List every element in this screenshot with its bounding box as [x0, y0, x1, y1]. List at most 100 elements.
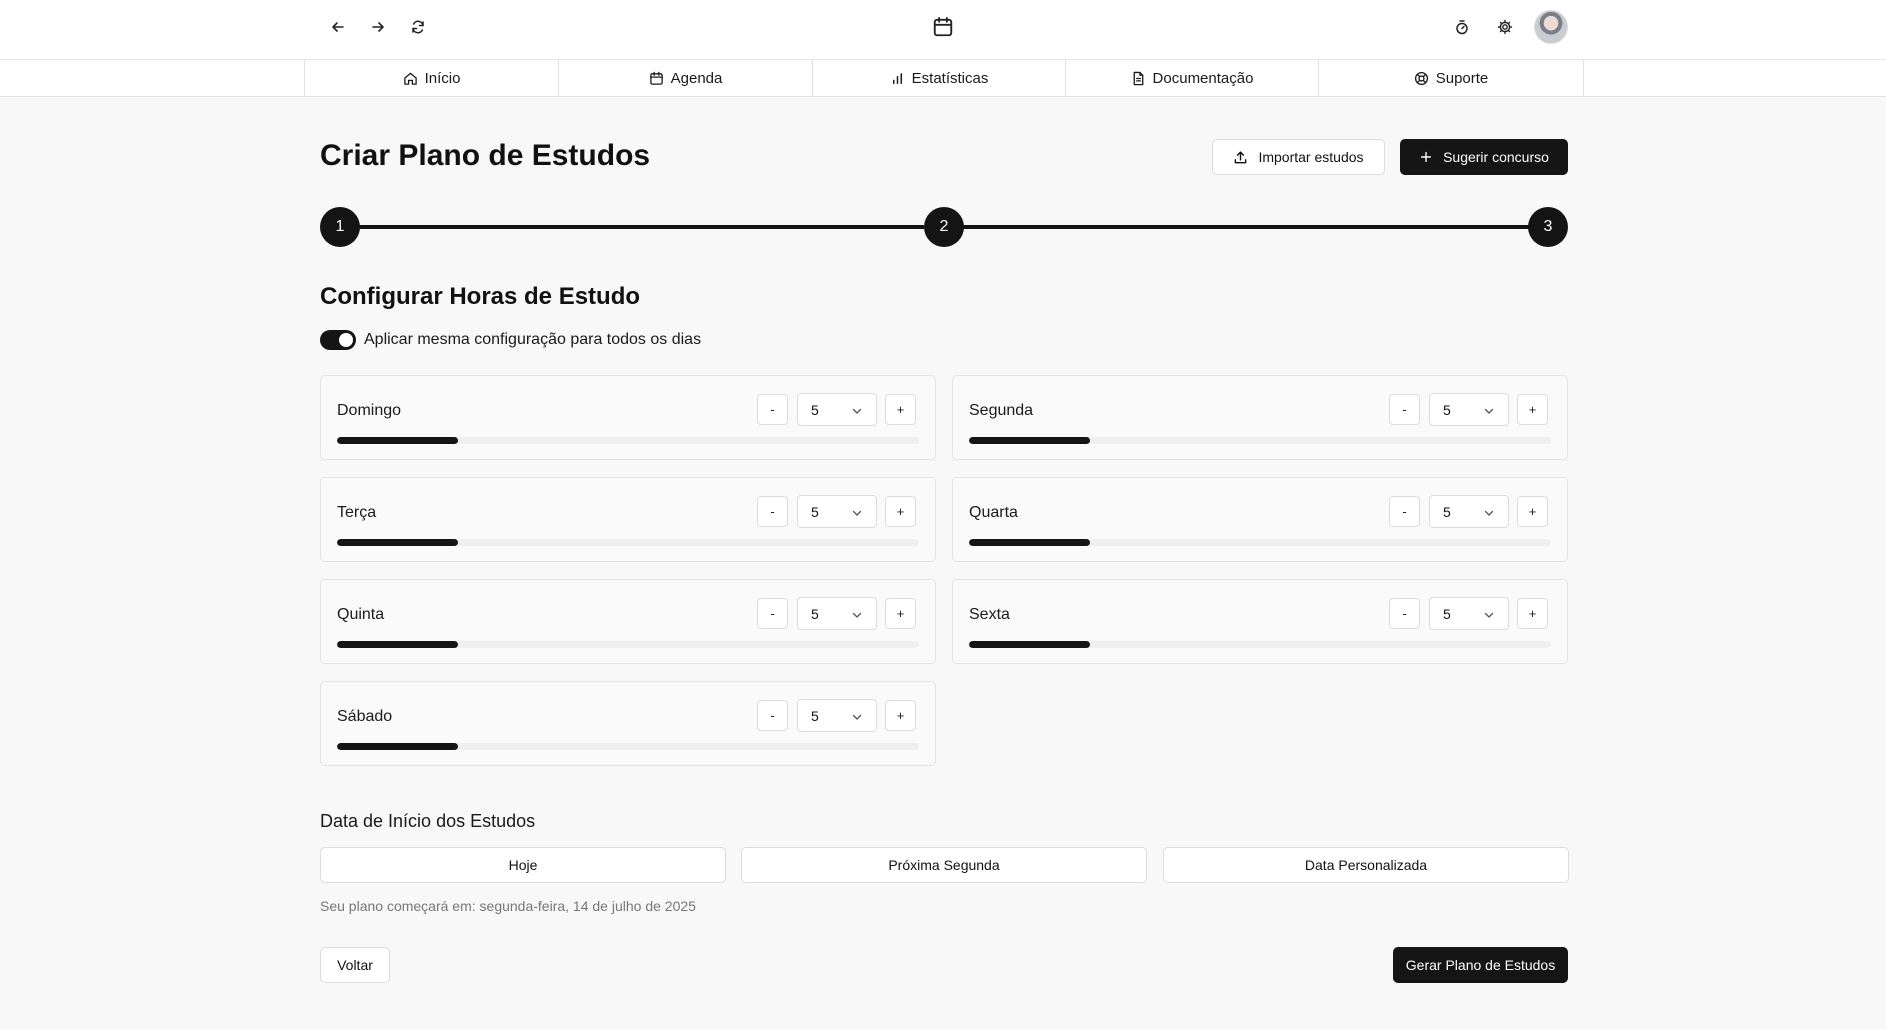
increase-hours-button[interactable]: +: [885, 496, 916, 527]
start-custom-date-button[interactable]: Data Personalizada: [1163, 847, 1569, 883]
upload-icon: [1235, 150, 1247, 163]
decrease-hours-button[interactable]: -: [757, 496, 788, 527]
tab-estatisticas[interactable]: Estatísticas: [812, 60, 1065, 97]
hours-select[interactable]: 5: [797, 597, 877, 630]
import-label: Importar estudos: [1258, 149, 1364, 165]
hours-value: 5: [1443, 504, 1451, 520]
suggest-label: Sugerir concurso: [1443, 149, 1549, 165]
increase-hours-button[interactable]: +: [1517, 394, 1548, 425]
document-icon: [1133, 71, 1143, 86]
tab-inicio[interactable]: Início: [304, 60, 558, 97]
day-name: Quinta: [337, 606, 385, 623]
hours-progress-track: [969, 539, 1551, 546]
hours-select[interactable]: 5: [797, 699, 877, 732]
increase-hours-button[interactable]: +: [1517, 496, 1548, 527]
tab-agenda[interactable]: Agenda: [558, 60, 812, 97]
hours-progress-fill: [337, 437, 459, 444]
top-bar: [0, 0, 1886, 60]
hours-progress-track: [969, 641, 1551, 648]
chevron-down-icon: [852, 510, 862, 516]
chevron-down-icon: [1484, 612, 1494, 618]
chevron-down-icon: [1484, 510, 1494, 516]
hours-select[interactable]: 5: [797, 393, 877, 426]
day-name: Segunda: [969, 402, 1034, 419]
day-card-sexta: Sexta - 5 +: [952, 579, 1568, 664]
hours-progress-track: [337, 641, 919, 648]
day-card-terca: Terça - 5 +: [320, 477, 936, 562]
increase-hours-button[interactable]: +: [885, 700, 916, 731]
chevron-down-icon: [852, 408, 862, 414]
suggest-contest-button[interactable]: Sugerir concurso: [1400, 139, 1568, 175]
tab-label: Suporte: [1435, 70, 1489, 87]
start-today-button[interactable]: Hoje: [320, 847, 726, 883]
start-date-note: Seu plano começará em: segunda-feira, 14…: [320, 898, 696, 914]
bar-chart-icon: [892, 73, 902, 84]
day-card-sabado: Sábado - 5 +: [320, 681, 936, 766]
hours-value: 5: [1443, 402, 1451, 418]
stepper-line: [962, 225, 1530, 229]
hours-progress-fill: [969, 539, 1091, 546]
tab-label: Agenda: [670, 70, 723, 87]
refresh-icon[interactable]: [402, 11, 434, 43]
increase-hours-button[interactable]: +: [885, 394, 916, 425]
decrease-hours-button[interactable]: -: [1389, 598, 1420, 629]
step-2: 2: [924, 207, 964, 247]
back-arrow-icon[interactable]: [322, 11, 354, 43]
hours-value: 5: [811, 606, 819, 622]
avatar[interactable]: [1534, 10, 1568, 44]
decrease-hours-button[interactable]: -: [757, 394, 788, 425]
hours-progress-track: [337, 539, 919, 546]
day-card-quarta: Quarta - 5 +: [952, 477, 1568, 562]
hours-progress-track: [969, 437, 1551, 444]
day-name: Terça: [337, 504, 377, 521]
chevron-down-icon: [852, 612, 862, 618]
hours-value: 5: [811, 504, 819, 520]
day-name: Quarta: [969, 504, 1018, 521]
tab-documentacao[interactable]: Documentação: [1065, 60, 1318, 97]
plus-icon: [1421, 151, 1432, 163]
day-card-quinta: Quinta - 5 +: [320, 579, 936, 664]
start-date-title: Data de Início dos Estudos: [320, 811, 536, 831]
gear-icon[interactable]: [1489, 11, 1521, 43]
chevron-down-icon: [852, 714, 862, 720]
start-next-monday-button[interactable]: Próxima Segunda: [741, 847, 1147, 883]
back-button[interactable]: Voltar: [320, 947, 390, 983]
hours-select[interactable]: 5: [1429, 597, 1509, 630]
decrease-hours-button[interactable]: -: [757, 700, 788, 731]
timer-icon[interactable]: [1446, 11, 1478, 43]
calendar-logo-icon[interactable]: [925, 9, 961, 45]
home-icon: [403, 72, 417, 85]
hours-select[interactable]: 5: [797, 495, 877, 528]
hours-select[interactable]: 5: [1429, 495, 1509, 528]
increase-hours-button[interactable]: +: [885, 598, 916, 629]
decrease-hours-button[interactable]: -: [757, 598, 788, 629]
step-1: 1: [320, 207, 360, 247]
lifebuoy-icon: [1414, 71, 1428, 86]
step-3: 3: [1528, 207, 1568, 247]
tab-label: Estatísticas: [911, 70, 989, 87]
decrease-hours-button[interactable]: -: [1389, 496, 1420, 527]
hours-progress-track: [337, 743, 919, 750]
page-title: Criar Plano de Estudos: [320, 139, 651, 172]
decrease-hours-button[interactable]: -: [1389, 394, 1420, 425]
tab-label: Início: [424, 70, 461, 87]
stepper-line: [358, 225, 924, 229]
hours-value: 5: [811, 402, 819, 418]
import-studies-button[interactable]: Importar estudos: [1212, 139, 1385, 175]
forward-arrow-icon[interactable]: [362, 11, 394, 43]
generate-plan-button[interactable]: Gerar Plano de Estudos: [1393, 947, 1568, 983]
hours-value: 5: [1443, 606, 1451, 622]
day-name: Sexta: [969, 606, 1010, 623]
hours-value: 5: [811, 708, 819, 724]
day-name: Sábado: [337, 708, 393, 725]
increase-hours-button[interactable]: +: [1517, 598, 1548, 629]
hours-progress-fill: [337, 539, 459, 546]
hours-select[interactable]: 5: [1429, 393, 1509, 426]
tab-label: Documentação: [1152, 70, 1254, 87]
toggle-label: Aplicar mesma configuração para todos os…: [364, 331, 702, 348]
same-config-toggle[interactable]: [320, 330, 356, 350]
tab-suporte[interactable]: Suporte: [1318, 60, 1584, 97]
toggle-knob: [339, 333, 353, 347]
hours-progress-fill: [969, 641, 1091, 648]
day-card-segunda: Segunda - 5 +: [952, 375, 1568, 460]
